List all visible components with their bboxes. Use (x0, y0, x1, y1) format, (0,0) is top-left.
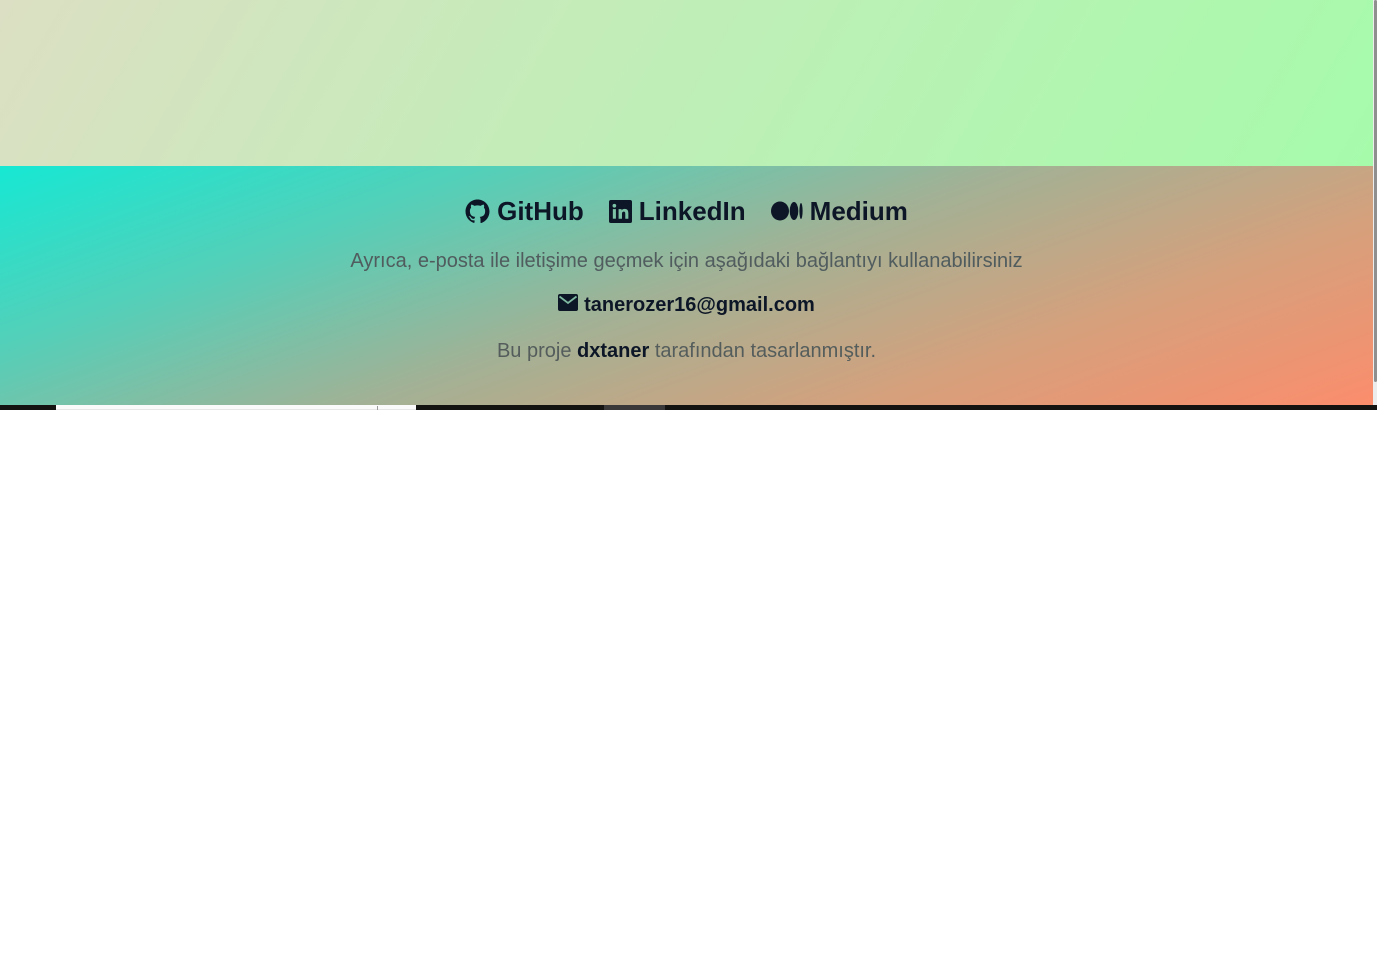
email-link[interactable]: tanerozer16@gmail.com (558, 292, 815, 318)
linkedin-label: LinkedIn (638, 196, 746, 226)
envelope-icon (558, 292, 579, 318)
gradient-banner (0, 0, 1373, 166)
medium-icon (770, 201, 803, 221)
credit-author: dxtaner (577, 340, 650, 362)
page-viewport: GitHub LinkedIn Medium Ayrıca, e-posta i… (0, 0, 1377, 966)
linkedin-icon (608, 199, 632, 223)
footer: GitHub LinkedIn Medium Ayrıca, e-posta i… (0, 166, 1373, 405)
email-row: tanerozer16@gmail.com (0, 292, 1373, 318)
email-address: tanerozer16@gmail.com (584, 294, 815, 316)
github-label: GitHub (497, 196, 584, 226)
credit-line: Bu proje dxtaner tarafından tasarlanmışt… (0, 338, 1373, 364)
credit-suffix: tarafından tasarlanmıştır. (649, 340, 877, 362)
linkedin-link[interactable]: LinkedIn (608, 194, 746, 228)
taskbar-divider (377, 406, 378, 410)
social-links: GitHub LinkedIn Medium (0, 194, 1373, 228)
github-icon (465, 199, 490, 224)
taskbar-active-item[interactable] (604, 405, 665, 410)
medium-label: Medium (809, 196, 908, 226)
credit-prefix: Bu proje (496, 340, 578, 362)
taskbar-search-box[interactable] (56, 405, 416, 410)
github-link[interactable]: GitHub (465, 194, 584, 228)
medium-link[interactable]: Medium (770, 194, 908, 228)
contact-info-text: Ayrıca, e-posta ile iletişime geçmek içi… (350, 250, 1023, 272)
